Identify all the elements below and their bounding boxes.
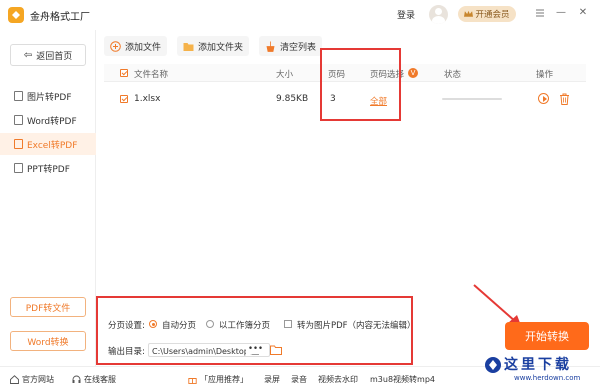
output-dir-label: 输出目录: [108,347,145,357]
pagination-label: 分页设置: [108,321,145,331]
back-arrow-icon: ⇦ [23,49,33,61]
play-icon[interactable] [538,93,549,104]
select-all-checkbox[interactable] [120,69,128,77]
footer-link-record-screen[interactable]: 录屏 [264,374,280,385]
app-recommend-label: 「应用推荐」 [200,375,248,384]
col-status: 状态 [444,70,462,80]
crown-icon [464,10,474,17]
online-service-label: 在线客服 [84,375,116,384]
to-image-label: 转为图片PDF（内容无法编辑） [297,321,416,331]
add-folder-button[interactable]: 添加文件夹 [177,36,250,56]
watermark-logo: 这里下载 www.herdown.com [482,350,598,388]
output-path-value: C:\Users\admin\Desktop\金 [152,347,260,356]
gift-icon [188,378,197,384]
delete-icon[interactable] [559,93,570,105]
settings-panel: 分页设置: 自动分页 以工作簿分页 转为图片PDF（内容无法编辑） 输出目录: … [96,296,514,366]
sheet-page-radio[interactable] [206,320,214,328]
row-checkbox[interactable] [120,95,128,103]
sidebar-item-label: 图片转PDF [27,92,72,103]
title-bar: 金舟格式工厂 登录 开通会员 — ✕ [0,0,600,30]
toolbar: 添加文件 添加文件夹 清空列表 [104,36,323,58]
browse-more-button[interactable]: ••• [246,344,266,354]
watermark-url: www.herdown.com [514,374,581,382]
official-site-label: 官方网站 [22,375,54,384]
sidebar-item-label: PPT转PDF [27,164,70,175]
headset-icon [72,375,81,383]
vip-button[interactable]: 开通会员 [458,6,516,22]
excel-file-icon [14,139,23,149]
sidebar-item-label: Word转PDF [27,116,77,127]
watermark-emblem-icon [485,357,501,373]
progress-bar [442,98,502,100]
image-file-icon [14,91,23,101]
back-home-label: 返回首页 [36,51,73,62]
file-name: 1.xlsx [134,94,161,104]
clear-list-label: 清空列表 [280,42,317,53]
word-convert-button[interactable]: Word转换 [10,331,86,351]
start-convert-button[interactable]: 开始转换 [505,322,589,350]
sidebar-item-ppt-to-pdf[interactable]: PPT转PDF [0,157,96,179]
vip-label: 开通会员 [475,10,510,20]
auto-page-radio[interactable] [149,320,157,328]
footer-link-record-audio[interactable]: 录音 [291,374,307,385]
home-icon [10,375,19,384]
col-actions: 操作 [536,70,554,80]
folder-add-icon [183,42,194,51]
app-title: 金舟格式工厂 [30,12,90,23]
vip-badge-icon: V [408,68,418,78]
sidebar: ⇦ 返回首页 图片转PDF Word转PDF Excel转PDF PPT转PDF… [0,30,96,366]
word-file-icon [14,115,23,125]
avatar[interactable] [429,5,448,24]
clear-list-button[interactable]: 清空列表 [259,36,323,56]
footer-link-remove-watermark[interactable]: 视频去水印 [318,374,358,385]
sidebar-item-image-to-pdf[interactable]: 图片转PDF [0,85,96,107]
menu-icon[interactable] [534,7,546,19]
sidebar-item-label: Excel转PDF [27,140,78,151]
ppt-file-icon [14,163,23,173]
app-recommend-link[interactable]: 「应用推荐」 [188,374,248,385]
official-site-link[interactable]: 官方网站 [10,374,54,385]
col-size: 大小 [276,70,294,80]
add-icon [110,40,121,52]
pdf-to-file-button[interactable]: PDF转文件 [10,297,86,317]
footer-link-m3u8-to-mp4[interactable]: m3u8视频转mp4 [370,374,435,385]
add-folder-label: 添加文件夹 [198,42,244,53]
folder-icon[interactable] [270,345,282,355]
app-logo-icon [8,7,24,23]
sidebar-item-excel-to-pdf[interactable]: Excel转PDF [0,133,96,155]
watermark-name: 这里下载 [504,357,572,373]
add-file-label: 添加文件 [125,42,162,53]
sidebar-item-word-to-pdf[interactable]: Word转PDF [0,109,96,131]
to-image-checkbox[interactable] [284,320,292,328]
file-size: 9.85KB [276,94,309,104]
online-service-link[interactable]: 在线客服 [72,374,116,385]
broom-icon [266,41,275,52]
sheet-page-label: 以工作簿分页 [219,321,271,331]
add-file-button[interactable]: 添加文件 [104,36,168,56]
col-name: 文件名称 [134,70,169,80]
minimize-button[interactable]: — [555,7,567,19]
login-link[interactable]: 登录 [397,8,415,21]
close-button[interactable]: ✕ [577,7,589,19]
auto-page-label: 自动分页 [162,321,197,331]
back-home-button[interactable]: ⇦ 返回首页 [10,44,86,66]
highlight-box-pages [320,48,401,121]
app-window: 金舟格式工厂 登录 开通会员 — ✕ ⇦ 返回首页 图片转PDF Word转PD… [0,0,600,390]
